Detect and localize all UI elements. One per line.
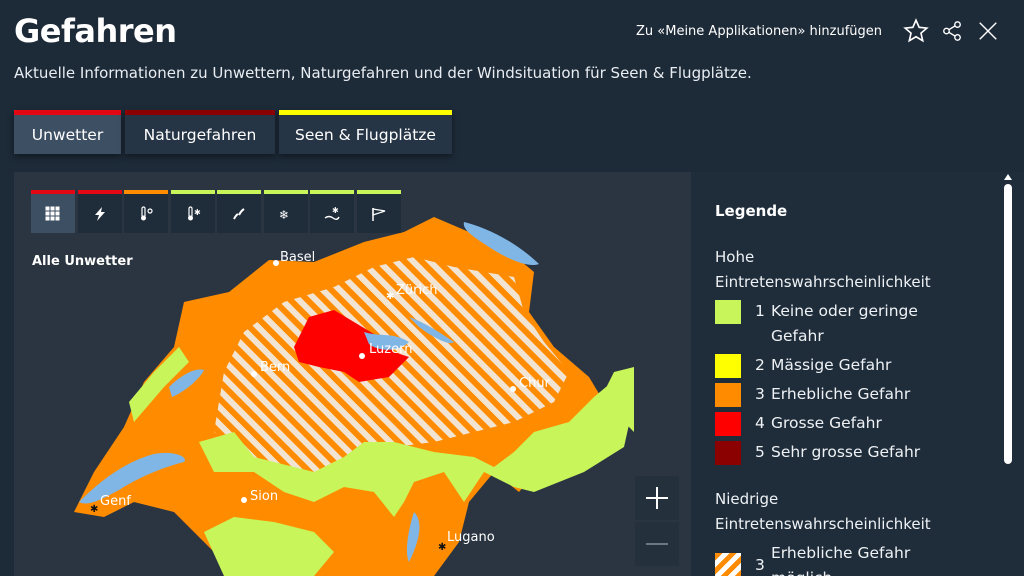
zoom-in-button[interactable] xyxy=(635,476,679,520)
svg-text:❄: ❄ xyxy=(279,208,289,222)
rain-icon xyxy=(233,207,245,219)
tab-seen-flugplaetze[interactable]: Seen & Flugplätze xyxy=(279,110,452,154)
filter-snow[interactable]: ❄ xyxy=(263,190,308,233)
close-icon[interactable] xyxy=(972,16,1004,46)
svg-text:Lugano: Lugano xyxy=(447,530,495,545)
legend-title: Legende xyxy=(715,202,788,220)
svg-text:Luzern: Luzern xyxy=(369,342,412,357)
filter-heat[interactable] xyxy=(124,190,168,233)
svg-text:✱: ✱ xyxy=(194,208,201,217)
hazard-filters: ✱ ❄ ✱ xyxy=(31,190,403,233)
plus-icon xyxy=(646,487,668,509)
page-subtitle: Aktuelle Informationen zu Unwettern, Nat… xyxy=(14,64,752,82)
filter-ice[interactable]: ✱ xyxy=(310,190,354,233)
legend-swatch xyxy=(715,300,741,324)
legend-panel[interactable]: Legende Hohe Eintretenswahrscheinlichkei… xyxy=(691,172,1024,576)
svg-text:Chur: Chur xyxy=(519,376,551,391)
wind-icon xyxy=(371,207,385,221)
snow-icon: ❄ xyxy=(279,208,289,222)
map-layer-label: Alle Unwetter xyxy=(32,254,133,269)
legend-item-level-3: 3 Erhebliche Gefahr xyxy=(715,382,975,407)
svg-text:✱: ✱ xyxy=(386,291,394,302)
page-title: Gefahren xyxy=(14,12,177,50)
map-panel[interactable]: Basel ✱ Zürich Luzern Bern Chur ✱ Genf Sio… xyxy=(14,172,691,576)
star-icon[interactable] xyxy=(900,16,932,46)
share-icon[interactable] xyxy=(936,16,968,46)
scroll-up-icon[interactable] xyxy=(1004,174,1012,180)
svg-text:Zürich: Zürich xyxy=(396,283,438,298)
minus-icon xyxy=(646,543,668,545)
cold-icon: ✱ xyxy=(187,205,201,220)
legend-item-level-2: 2 Mässige Gefahr xyxy=(715,353,975,378)
legend-swatch xyxy=(715,383,741,407)
legend-item-low-level-3: 3 Erhebliche Gefahr möglich xyxy=(715,541,975,576)
legend-item-level-5: 5 Sehr grosse Gefahr xyxy=(715,440,975,465)
main-tabs: Unwetter Naturgefahren Seen & Flugplätze xyxy=(14,110,456,154)
svg-text:Genf: Genf xyxy=(100,494,131,509)
svg-text:✱: ✱ xyxy=(438,542,446,553)
heat-icon xyxy=(141,205,153,220)
filter-cold[interactable]: ✱ xyxy=(170,190,215,233)
lightning-icon xyxy=(94,206,105,221)
svg-text:✱: ✱ xyxy=(90,504,98,515)
svg-text:Basel: Basel xyxy=(280,250,315,265)
legend-swatch xyxy=(715,441,741,465)
legend-swatch-hatched xyxy=(715,553,741,576)
svg-text:Sion: Sion xyxy=(250,489,278,504)
filter-thunderstorm[interactable] xyxy=(77,190,122,233)
svg-text:Bern: Bern xyxy=(260,360,290,375)
filter-rain[interactable] xyxy=(217,190,261,233)
ice-icon: ✱ xyxy=(324,206,340,220)
filter-all[interactable] xyxy=(31,190,75,233)
top-actions: Zu «Meine Applikationen» hinzufügen xyxy=(636,16,1004,46)
tab-unwetter[interactable]: Unwetter xyxy=(14,110,121,154)
legend-item-level-1: 1 Keine oder geringe Gefahr xyxy=(715,299,975,349)
legend-high-prob-heading: Hohe Eintretenswahrscheinlichkeit xyxy=(715,248,931,291)
legend-swatch xyxy=(715,412,741,436)
svg-text:✱: ✱ xyxy=(332,206,339,215)
legend-swatch xyxy=(715,354,741,378)
add-to-my-apps-link[interactable]: Zu «Meine Applikationen» hinzufügen xyxy=(636,24,882,39)
legend-item-level-4: 4 Grosse Gefahr xyxy=(715,411,975,436)
tab-naturgefahren[interactable]: Naturgefahren xyxy=(125,110,275,154)
filter-wind[interactable] xyxy=(356,190,401,233)
zoom-out-button[interactable] xyxy=(635,522,679,566)
grid-icon xyxy=(45,206,60,220)
legend-low-prob-heading: Niedrige Eintretenswahrscheinlichkeit xyxy=(715,490,931,533)
legend-scrollbar[interactable] xyxy=(1004,184,1012,464)
